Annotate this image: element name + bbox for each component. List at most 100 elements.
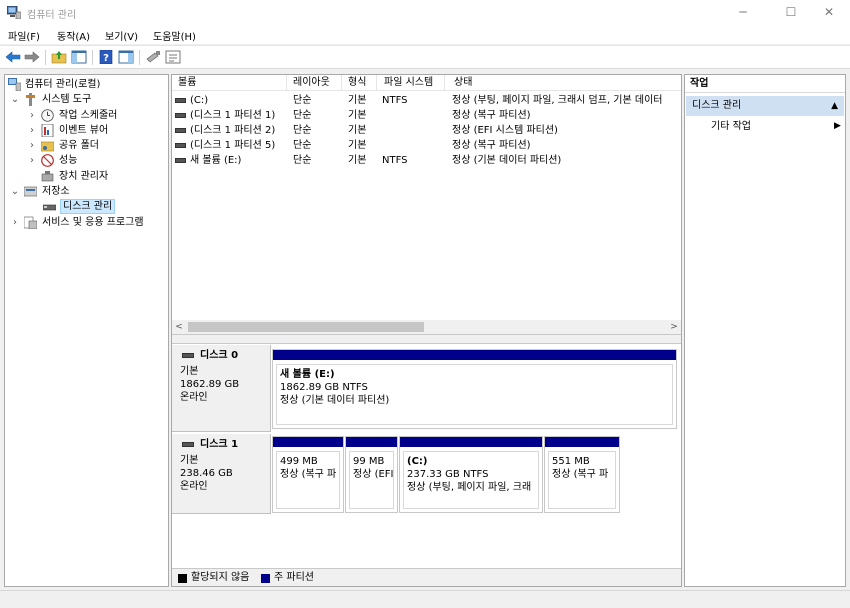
forward-arrow-icon[interactable] (24, 50, 40, 64)
menu-bar: 파일(F) 동작(A) 보기(V) 도움말(H) (0, 26, 850, 44)
volume-icon (175, 143, 186, 148)
column-header-filesystem[interactable]: 파일 시스템 (384, 76, 433, 90)
partition-status: 정상 (EFI (353, 469, 394, 480)
partition-name: 새 볼륨 (E:) (280, 369, 335, 380)
computer-management-window: 컴퓨터 관리 ─ ☐ ✕ 파일(F) 동작(A) 보기(V) 도움말(H) ? … (0, 0, 850, 608)
column-divider[interactable] (286, 75, 287, 91)
scroll-left-icon[interactable]: < (172, 320, 186, 334)
close-button[interactable]: ✕ (806, 0, 850, 26)
volume-status: 정상 (복구 파티션) (452, 140, 531, 151)
volume-type: 기본 (348, 125, 367, 136)
horizontal-scrollbar[interactable]: < > (172, 320, 681, 334)
event-viewer-icon (41, 124, 54, 137)
shared-folder-icon (41, 141, 54, 152)
primary-partition-swatch (261, 574, 270, 583)
action-more-actions[interactable]: 기타 작업 (711, 120, 751, 134)
column-header-layout[interactable]: 레이아웃 (293, 76, 330, 90)
partition-info: 551 MB 정상 (복구 파 (548, 451, 616, 509)
table-row[interactable]: (디스크 1 파티션 2) 단순 기본 정상 (EFI 시스템 파티션) (172, 123, 681, 138)
show-hide-console-tree-icon[interactable] (71, 50, 87, 64)
show-hide-action-pane-icon[interactable] (118, 50, 134, 64)
partition-info: 새 볼륨 (E:) 1862.89 GB NTFS 정상 (기본 데이터 파티션… (276, 364, 673, 425)
table-row[interactable]: (디스크 1 파티션 1) 단순 기본 정상 (복구 파티션) (172, 108, 681, 123)
submenu-arrow-icon[interactable]: ▶ (834, 121, 841, 131)
tree-item-label: 장치 관리자 (59, 171, 109, 182)
volume-type: 기본 (348, 110, 367, 121)
scroll-right-icon[interactable]: > (667, 320, 681, 334)
volume-type: 기본 (348, 140, 367, 151)
chevron-down-icon[interactable]: ⌄ (10, 92, 20, 107)
volume-status: 정상 (복구 파티션) (452, 110, 531, 121)
minimize-button[interactable]: ─ (720, 0, 766, 26)
tree-item-label: 저장소 (42, 186, 70, 197)
volume-icon (175, 98, 186, 103)
tree-item-label: 컴퓨터 관리(로컬) (25, 79, 101, 90)
disk-state: 온라인 (180, 481, 208, 492)
collapse-icon[interactable]: ▲ (831, 96, 838, 116)
partition-legend: 할당되지 않음 주 파티션 (172, 568, 681, 586)
disk-drive-icon (43, 204, 56, 211)
partition-efi[interactable]: 99 MB 정상 (EFI (345, 436, 398, 513)
menu-file[interactable]: 파일(F) (8, 28, 40, 43)
volume-layout: 단순 (293, 95, 312, 106)
system-tools-icon (26, 93, 35, 106)
action-section-disk-management[interactable]: 디스크 관리 ▲ (686, 96, 844, 116)
legend-unallocated-label: 할당되지 않음 (191, 572, 250, 583)
chevron-down-icon[interactable]: ⌄ (10, 184, 20, 199)
chevron-right-icon[interactable]: › (27, 123, 37, 138)
primary-partition-bar (400, 437, 542, 447)
table-row[interactable]: 새 볼륨 (E:) 단순 기본 NTFS 정상 (기본 데이터 파티션) (172, 153, 681, 168)
console-tree: 컴퓨터 관리(로컬) ⌄ 시스템 도구 › 작업 스케줄러 › 이벤트 뷰어 ›… (4, 74, 169, 587)
partition-info: 99 MB 정상 (EFI (349, 451, 394, 509)
chevron-right-icon[interactable]: › (27, 153, 37, 168)
partition-size: 551 MB (552, 456, 590, 467)
disk-state: 온라인 (180, 392, 208, 403)
computer-management-icon (7, 6, 21, 19)
chevron-right-icon[interactable]: › (27, 138, 37, 153)
performance-icon (41, 154, 54, 167)
volume-filesystem: NTFS (382, 155, 408, 166)
unallocated-swatch (178, 574, 187, 583)
column-header-status[interactable]: 상태 (454, 76, 472, 90)
disk-name-text: 디스크 1 (200, 439, 239, 450)
up-folder-icon[interactable] (51, 50, 67, 64)
column-divider[interactable] (444, 75, 445, 91)
storage-icon (24, 186, 37, 197)
volume-name: (디스크 1 파티션 1) (190, 110, 276, 121)
volume-status: 정상 (기본 데이터 파티션) (452, 155, 562, 166)
partition-recovery-1[interactable]: 499 MB 정상 (복구 파 (272, 436, 344, 513)
disk-0-label[interactable]: 디스크 0 기본 1862.89 GB 온라인 (172, 345, 271, 432)
scrollbar-thumb[interactable] (188, 322, 424, 332)
chevron-right-icon[interactable]: › (10, 215, 20, 230)
pane-splitter[interactable] (172, 334, 681, 344)
partition-status: 정상 (기본 데이터 파티션) (280, 395, 390, 406)
table-row[interactable]: (C:) 단순 기본 NTFS 정상 (부팅, 페이지 파일, 크래시 덤프, … (172, 93, 681, 108)
menu-help[interactable]: 도움말(H) (153, 28, 196, 43)
volume-layout: 단순 (293, 155, 312, 166)
table-row[interactable]: (디스크 1 파티션 5) 단순 기본 정상 (복구 파티션) (172, 138, 681, 153)
column-header-volume[interactable]: 볼륨 (178, 76, 196, 90)
svg-text:?: ? (103, 53, 109, 64)
menu-view[interactable]: 보기(V) (105, 28, 138, 43)
disk-name: 디스크 0 (180, 349, 270, 362)
primary-partition-bar (346, 437, 397, 447)
partition-recovery-5[interactable]: 551 MB 정상 (복구 파 (544, 436, 620, 513)
column-header-type[interactable]: 형식 (348, 76, 366, 90)
partition-c[interactable]: (C:) 237.33 GB NTFS 정상 (부팅, 페이지 파일, 크래 (399, 436, 543, 513)
menu-action[interactable]: 동작(A) (57, 28, 90, 43)
legend-primary-label: 주 파티션 (274, 572, 314, 583)
connect-icon[interactable] (145, 50, 161, 64)
back-arrow-icon[interactable] (5, 50, 21, 64)
disk-1-label[interactable]: 디스크 1 기본 238.46 GB 온라인 (172, 434, 271, 514)
help-icon[interactable]: ? (98, 50, 114, 64)
volume-type: 기본 (348, 95, 367, 106)
partition-e[interactable]: 새 볼륨 (E:) 1862.89 GB NTFS 정상 (기본 데이터 파티션… (272, 349, 677, 429)
column-divider[interactable] (341, 75, 342, 91)
properties-icon[interactable] (165, 50, 181, 64)
volume-name: (디스크 1 파티션 2) (190, 125, 276, 136)
device-manager-icon (41, 171, 54, 182)
disk-kind: 기본 (180, 455, 199, 466)
column-divider[interactable] (376, 75, 377, 91)
disk-icon (182, 353, 194, 358)
chevron-right-icon[interactable]: › (27, 108, 37, 123)
